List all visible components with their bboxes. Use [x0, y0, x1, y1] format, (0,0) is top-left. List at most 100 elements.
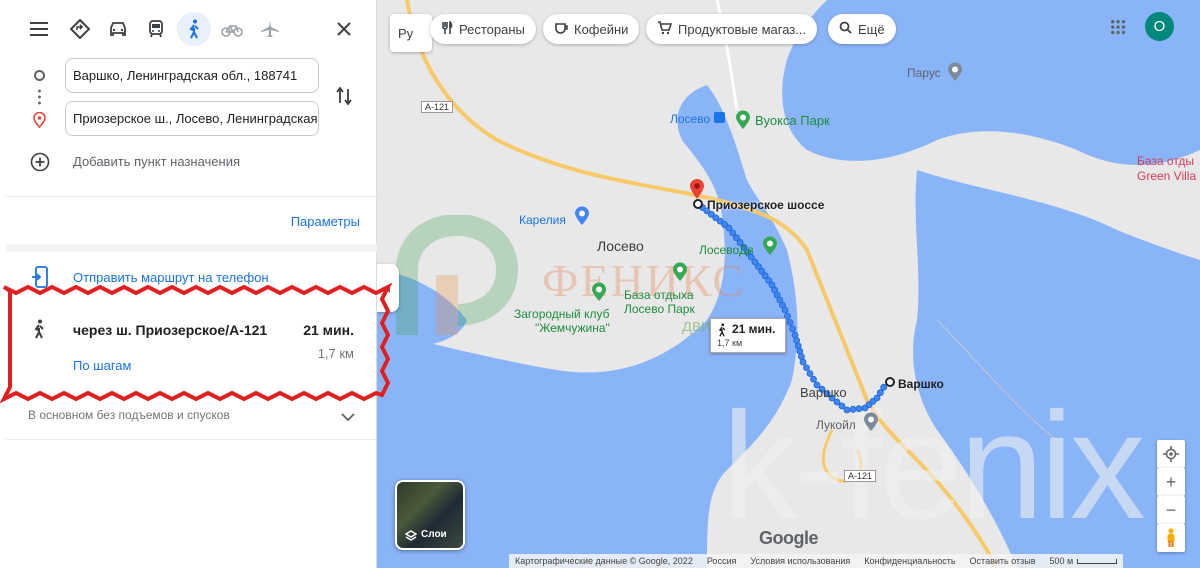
origin-input[interactable]: Варшко, Ленинградская обл., 188741	[65, 58, 319, 93]
origin-dot-icon	[34, 70, 45, 81]
language-select[interactable]: Ру	[390, 14, 432, 52]
directions-panel: Варшко, Ленинградская обл., 188741 Приоз…	[0, 0, 392, 568]
destination-pin-icon	[33, 111, 46, 133]
plus-icon: +	[1165, 471, 1177, 492]
route-option[interactable]	[15, 298, 372, 390]
bike-icon[interactable]	[215, 12, 249, 46]
route-dot	[806, 370, 814, 377]
add-icon[interactable]	[30, 152, 50, 177]
chip-label: Продуктовые магаз...	[678, 21, 807, 37]
walk-route-icon	[32, 319, 46, 344]
country-link[interactable]: Россия	[707, 556, 737, 566]
route-dot	[810, 375, 817, 383]
my-location-button[interactable]	[1157, 440, 1185, 468]
origin-point	[885, 377, 895, 387]
scale-line	[1077, 558, 1118, 564]
layers-label: Слои	[421, 529, 447, 540]
poi-label: Карелия	[519, 213, 566, 227]
poi-label: ЛосевоДв	[699, 243, 754, 257]
route-via: через ш. Приозерское/А-121	[73, 322, 268, 338]
place-pin-icon	[947, 62, 963, 87]
swap-icon[interactable]	[335, 86, 353, 111]
layers-button[interactable]: Слои	[395, 480, 465, 550]
park-pin-icon	[672, 262, 688, 287]
hotel-label: Green Villa	[1137, 169, 1197, 183]
coffee-icon	[554, 21, 568, 38]
feedback-link[interactable]: Оставить отзыв	[970, 556, 1036, 566]
shopping-pin-icon	[574, 206, 590, 231]
map-canvas[interactable]: ФЕНИКС движимость k-fenix А-121 А-121 Ло…	[377, 0, 1200, 568]
transit-station-icon	[714, 112, 725, 123]
apps-grid-icon[interactable]	[1110, 19, 1126, 35]
pegman-icon	[1167, 528, 1175, 547]
language-label: Ру	[398, 25, 414, 41]
walk-icon[interactable]	[177, 12, 211, 46]
gas-station-pin-icon	[863, 412, 879, 437]
pegman-button[interactable]	[1157, 524, 1185, 552]
minus-icon: −	[1165, 499, 1177, 520]
road-shield-a121: А-121	[421, 101, 454, 113]
close-icon[interactable]	[327, 12, 361, 46]
cart-icon	[657, 20, 673, 38]
avatar[interactable]: О	[1145, 12, 1174, 41]
poi-label: "Жемчужина"	[535, 321, 610, 335]
route-dot	[843, 406, 851, 414]
route-box-distance: 1,7 км	[717, 338, 743, 348]
route-duration: 21 мин.	[303, 322, 354, 338]
chip-label: Рестораны	[459, 21, 525, 37]
route-dot	[873, 394, 881, 402]
step-by-step-link[interactable]: По шагам	[73, 358, 131, 373]
map-footer: Картографические данные © Google, 2022 Р…	[509, 554, 1124, 568]
zoom-in-button[interactable]: +	[1157, 468, 1185, 496]
road-shield-a121: А-121	[844, 470, 877, 482]
layers-icon	[405, 530, 417, 541]
terms-link[interactable]: Условия использования	[750, 556, 850, 566]
destination-input[interactable]: Приозерское ш., Лосево, Ленинградская об…	[65, 101, 319, 136]
route-dots-icon	[38, 88, 41, 106]
directions-icon[interactable]	[63, 12, 97, 46]
plane-icon[interactable]	[253, 12, 287, 46]
station-label: Лосево	[670, 112, 711, 126]
route-note: В основном без подъемов и спусков	[28, 408, 230, 422]
chip-restaurants[interactable]: Рестораны	[430, 14, 536, 44]
route-dot	[789, 325, 796, 333]
add-destination-button[interactable]: Добавить пункт назначения	[73, 154, 240, 169]
chip-more[interactable]: Ещё	[828, 14, 896, 44]
transit-icon[interactable]	[139, 12, 173, 46]
divider	[6, 196, 377, 197]
route-dot	[849, 405, 857, 413]
route-dot	[855, 405, 863, 413]
poi-label: База отдыха	[624, 288, 694, 302]
avatar-letter: О	[1153, 18, 1166, 35]
park-pin-icon	[735, 110, 751, 135]
route-dot	[781, 306, 789, 314]
chip-groceries[interactable]: Продуктовые магаз...	[646, 14, 818, 44]
scale-bar[interactable]: 500 м	[1050, 556, 1118, 566]
location-icon	[1163, 446, 1179, 462]
route-dot	[799, 358, 807, 366]
park-label: Вуокса Парк	[755, 113, 830, 128]
privacy-link[interactable]: Конфиденциальность	[864, 556, 955, 566]
route-distance: 1,7 км	[317, 346, 354, 361]
origin-label: Варшко	[898, 377, 944, 391]
poi-label: Лосево Парк	[624, 302, 695, 316]
section-divider	[6, 244, 377, 252]
menu-icon[interactable]	[22, 12, 56, 46]
zoom-out-button[interactable]: −	[1157, 496, 1185, 524]
car-icon[interactable]	[101, 12, 135, 46]
parameters-link[interactable]: Параметры	[291, 214, 360, 229]
poi-label: Парус	[907, 66, 941, 80]
destination-point	[693, 199, 703, 209]
route-info-box[interactable]: 21 мин. 1,7 км	[710, 318, 786, 353]
park-pin-icon	[762, 236, 778, 261]
walking-route	[694, 200, 888, 414]
map-data-attribution: Картографические данные © Google, 2022	[515, 556, 693, 566]
hotel-label: База отды	[1137, 154, 1195, 168]
route-dot	[786, 319, 794, 326]
chip-label: Ещё	[858, 21, 885, 37]
poi-label: Лукойл	[816, 418, 856, 432]
chevron-down-icon[interactable]	[341, 409, 355, 427]
divider	[6, 439, 377, 440]
chip-coffee[interactable]: Кофейни	[543, 14, 640, 44]
travel-mode-bar	[0, 0, 377, 58]
